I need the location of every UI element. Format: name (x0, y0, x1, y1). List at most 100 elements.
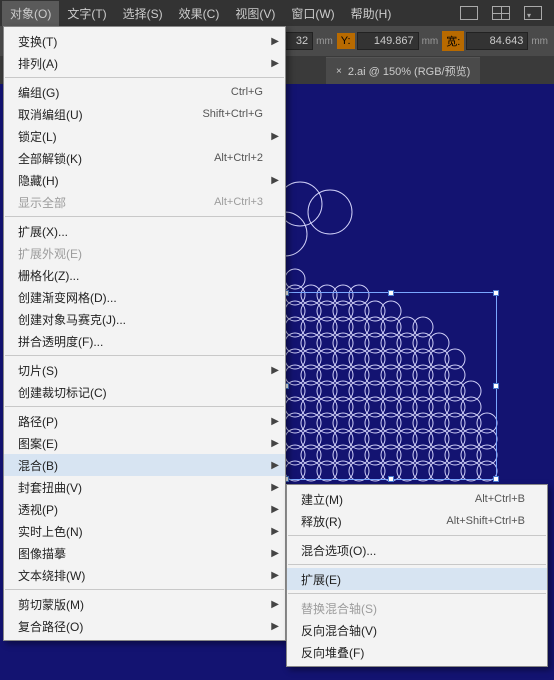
menu-item: 显示全部Alt+Ctrl+3 (4, 191, 285, 213)
submenu-arrow-icon: ▶ (271, 482, 279, 493)
menu-item-label: 透视(P) (18, 501, 263, 518)
menu-item[interactable]: 混合选项(O)... (287, 539, 547, 561)
submenu-arrow-icon: ▶ (271, 438, 279, 449)
menu-item[interactable]: 透视(P) ▶ (4, 498, 285, 520)
y-input[interactable]: 149.867 (357, 32, 419, 50)
menu-item[interactable]: 锁定(L) ▶ (4, 125, 285, 147)
menu-item-label: 混合选项(O)... (301, 542, 525, 559)
menu-item-label: 复合路径(O) (18, 618, 263, 635)
menu-item-label: 创建裁切标记(C) (18, 384, 263, 401)
menu-item[interactable]: 实时上色(N)▶ (4, 520, 285, 542)
document-tab[interactable]: × 2.ai @ 150% (RGB/预览) (326, 57, 480, 84)
menu-item[interactable]: 栅格化(Z)... (4, 264, 285, 286)
menu-item-label: 反向堆叠(F) (301, 644, 525, 661)
menu-shortcut: Alt+Ctrl+3 (214, 196, 263, 208)
tab-title: 2.ai @ 150% (RGB/预览) (348, 63, 470, 79)
workspace-dropdown-icon[interactable] (524, 6, 542, 20)
menu-item-label: 扩展(E) (301, 571, 525, 588)
doc-icon[interactable] (460, 6, 478, 20)
menubar: 对象(O) 文字(T) 选择(S) 效果(C) 视图(V) 窗口(W) 帮助(H… (0, 0, 554, 26)
menu-shortcut: Shift+Ctrl+G (202, 108, 263, 120)
menu-type[interactable]: 文字(T) (59, 1, 114, 26)
menu-item[interactable]: 隐藏(H) ▶ (4, 169, 285, 191)
menu-item[interactable]: 取消编组(U) Shift+Ctrl+G (4, 103, 285, 125)
menu-item[interactable]: 反向混合轴(V) (287, 619, 547, 641)
menu-item[interactable]: 变换(T)▶ (4, 30, 285, 52)
y-label: Y: (337, 33, 355, 49)
menu-item[interactable]: 创建裁切标记(C) (4, 381, 285, 403)
menu-window[interactable]: 窗口(W) (283, 1, 342, 26)
menu-view[interactable]: 视图(V) (227, 1, 283, 26)
menu-item[interactable]: 切片(S) ▶ (4, 359, 285, 381)
menu-item-label: 编组(G) (18, 84, 211, 101)
menu-item[interactable]: 文本绕排(W) ▶ (4, 564, 285, 586)
submenu-arrow-icon: ▶ (271, 548, 279, 559)
menu-item[interactable]: 编组(G) Ctrl+G (4, 81, 285, 103)
menu-item[interactable]: 剪切蒙版(M) ▶ (4, 593, 285, 615)
menu-help[interactable]: 帮助(H) (343, 1, 400, 26)
w-field[interactable]: 宽: 84.643 mm (442, 31, 548, 51)
menu-shortcut: Alt+Ctrl+B (475, 493, 525, 505)
menu-item-label: 替换混合轴(S) (301, 600, 525, 617)
menu-item-label: 扩展外观(E) (18, 245, 263, 262)
menu-item-label: 剪切蒙版(M) (18, 596, 263, 613)
menu-item-label: 图案(E) (18, 435, 263, 452)
menu-item-label: 取消编组(U) (18, 106, 182, 123)
menu-item-label: 切片(S) (18, 362, 263, 379)
menu-item-label: 文本绕排(W) (18, 567, 263, 584)
menu-item[interactable]: 反向堆叠(F) (287, 641, 547, 663)
menu-select[interactable]: 选择(S) (115, 1, 171, 26)
menu-item-label: 隐藏(H) (18, 172, 263, 189)
menu-item[interactable]: 封套扭曲(V) ▶ (4, 476, 285, 498)
submenu-arrow-icon: ▶ (271, 58, 279, 69)
menu-item[interactable]: 扩展(E) (287, 568, 547, 590)
submenu-arrow-icon: ▶ (271, 504, 279, 515)
object-menu: 变换(T)▶排列(A)▶编组(G)Ctrl+G取消编组(U)Shift+Ctrl… (3, 26, 286, 641)
menu-shortcut: Ctrl+G (231, 86, 263, 98)
menu-effect[interactable]: 效果(C) (171, 1, 228, 26)
y-field[interactable]: Y: 149.867 mm (337, 32, 438, 50)
menu-item-label: 建立(M) (301, 491, 455, 508)
menu-item-label: 反向混合轴(V) (301, 622, 525, 639)
menu-item[interactable]: 复合路径(O) ▶ (4, 615, 285, 637)
menu-item[interactable]: 创建渐变网格(D)... (4, 286, 285, 308)
menu-item-label: 创建渐变网格(D)... (18, 289, 263, 306)
submenu-arrow-icon: ▶ (271, 460, 279, 471)
menu-shortcut: Alt+Ctrl+2 (214, 152, 263, 164)
submenu-arrow-icon: ▶ (271, 175, 279, 186)
menu-item[interactable]: 全部解锁(K)Alt+Ctrl+2 (4, 147, 285, 169)
menu-shortcut: Alt+Shift+Ctrl+B (446, 515, 525, 527)
menu-item-label: 排列(A) (18, 55, 263, 72)
menu-item[interactable]: 路径(P) ▶ (4, 410, 285, 432)
menu-item[interactable]: 扩展(X)... (4, 220, 285, 242)
submenu-arrow-icon: ▶ (271, 570, 279, 581)
w-label: 宽: (442, 31, 464, 51)
menu-item[interactable]: 创建对象马赛克(J)... (4, 308, 285, 330)
menu-item-label: 扩展(X)... (18, 223, 263, 240)
submenu-arrow-icon: ▶ (271, 416, 279, 427)
menu-item: 替换混合轴(S) (287, 597, 547, 619)
w-input[interactable]: 84.643 (466, 32, 528, 50)
menu-item-label: 变换(T) (18, 33, 263, 50)
menu-item[interactable]: 图案(E) ▶ (4, 432, 285, 454)
menu-item[interactable]: 释放(R) Alt+Shift+Ctrl+B (287, 510, 547, 532)
menu-item-label: 封套扭曲(V) (18, 479, 263, 496)
menu-object[interactable]: 对象(O) (2, 1, 59, 26)
submenu-arrow-icon: ▶ (271, 365, 279, 376)
menu-item[interactable]: 混合(B)▶ (4, 454, 285, 476)
menu-item[interactable]: 建立(M) Alt+Ctrl+B (287, 488, 547, 510)
submenu-arrow-icon: ▶ (271, 131, 279, 142)
close-icon[interactable]: × (336, 66, 342, 77)
submenu-arrow-icon: ▶ (271, 599, 279, 610)
submenu-arrow-icon: ▶ (271, 621, 279, 632)
menu-item-label: 图像描摹 (18, 545, 263, 562)
blend-submenu: 建立(M) Alt+Ctrl+B 释放(R) Alt+Shift+Ctrl+B 混合选项… (286, 484, 548, 667)
menu-item[interactable]: 拼合透明度(F)... (4, 330, 285, 352)
menu-item[interactable]: 图像描摹 ▶ (4, 542, 285, 564)
menu-item-label: 拼合透明度(F)... (18, 333, 263, 350)
menu-item[interactable]: 排列(A) ▶ (4, 52, 285, 74)
menu-item-label: 锁定(L) (18, 128, 263, 145)
menu-item-label: 路径(P) (18, 413, 263, 430)
arrange-icon[interactable] (492, 6, 510, 20)
menu-item-label: 释放(R) (301, 513, 426, 530)
